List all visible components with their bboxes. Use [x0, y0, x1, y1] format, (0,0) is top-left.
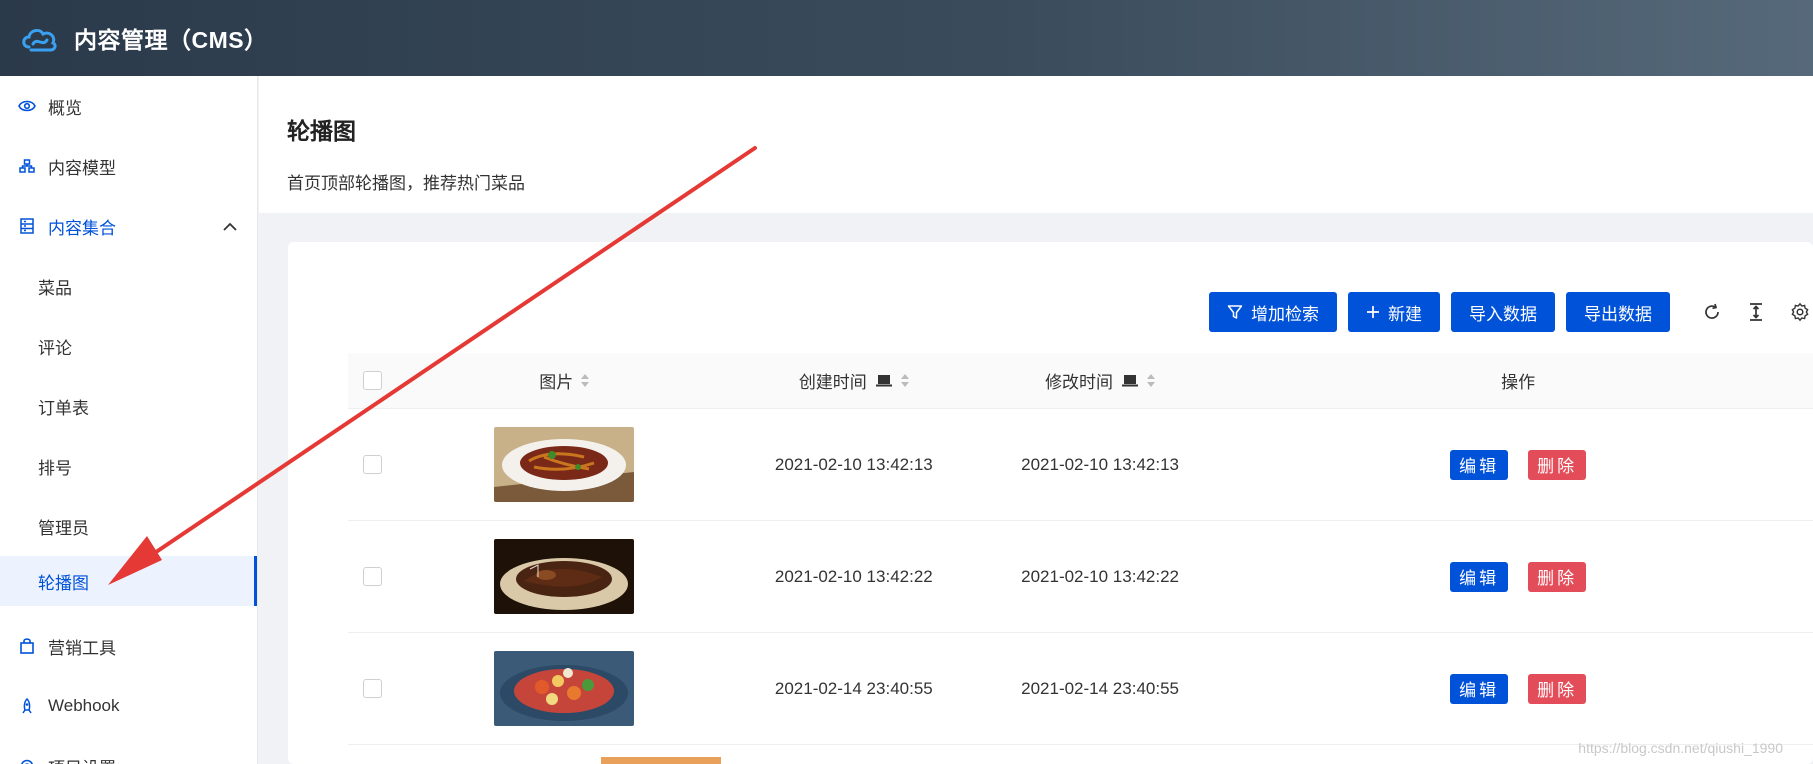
data-table: 图片 创建时间 修改时间 操作 2021-02-10 13:42:13 2021…	[348, 353, 1813, 764]
sidebar-item-webhook[interactable]: Webhook	[0, 676, 257, 736]
sidebar-item-label: 项目设置	[48, 754, 116, 764]
model-icon	[18, 157, 36, 175]
sidebar-item-content-model[interactable]: 内容模型	[0, 136, 257, 196]
edit-button[interactable]: 编辑	[1450, 561, 1509, 592]
created-time: 2021-02-10 13:42:13	[774, 454, 933, 474]
column-header-modified[interactable]: 修改时间	[977, 368, 1223, 393]
sidebar-item-project-settings[interactable]: 项目设置	[0, 736, 257, 764]
filter-icon	[1227, 305, 1243, 319]
sidebar-item-label: Webhook	[48, 696, 120, 715]
sidebar-item-content-collection[interactable]: 内容集合	[0, 196, 257, 256]
column-header-ops: 操作	[1501, 373, 1536, 392]
sidebar-item-label: 营销工具	[48, 638, 116, 658]
row-checkbox[interactable]	[363, 679, 383, 698]
sidebar-sub-item-comments[interactable]: 评论	[0, 316, 257, 376]
export-data-button[interactable]: 导出数据	[1566, 292, 1670, 332]
gear-icon[interactable]	[1787, 299, 1813, 325]
dish-image[interactable]	[601, 757, 721, 764]
content-card: 增加检索 新建 导入数据 导出数据 图片 创建时间 修改时间 操作 2021-0…	[288, 242, 1813, 764]
dish-image[interactable]	[494, 427, 635, 502]
sidebar-item-marketing[interactable]: 营销工具	[0, 616, 257, 676]
modified-time: 2021-02-14 23:40:55	[1021, 678, 1179, 698]
sort-icon[interactable]	[1147, 374, 1156, 387]
chevron-up-icon[interactable]	[223, 216, 237, 236]
column-header-created[interactable]: 创建时间	[731, 368, 977, 393]
page-title: 轮播图	[287, 118, 356, 144]
new-button[interactable]: 新建	[1348, 292, 1440, 332]
sidebar-sub-item-queue[interactable]: 排号	[0, 436, 257, 496]
dish-image[interactable]	[494, 651, 635, 726]
bag-icon	[18, 637, 36, 655]
modified-time: 2021-02-10 13:42:22	[1021, 566, 1179, 586]
table-row: 2021-02-14 23:40:55 2021-02-14 23:40:55 …	[348, 633, 1813, 745]
edit-button[interactable]: 编辑	[1450, 673, 1509, 704]
eye-icon	[18, 97, 36, 115]
sidebar-sub-item-dishes[interactable]: 菜品	[0, 256, 257, 316]
collection-icon	[18, 217, 36, 235]
sidebar-sub-item-admins[interactable]: 管理员	[0, 496, 257, 556]
dish-image[interactable]	[494, 539, 635, 614]
row-checkbox[interactable]	[363, 455, 383, 474]
delete-button[interactable]: 删除	[1528, 673, 1587, 704]
page-description: 首页顶部轮播图，推荐热门菜品	[287, 174, 525, 193]
created-time: 2021-02-14 23:40:55	[774, 678, 933, 698]
sidebar: 概览 内容模型 内容集合 菜品 评论 订单表 排号 管理员 轮播图 营销工具 W…	[0, 76, 258, 764]
column-height-icon[interactable]	[1743, 299, 1769, 325]
row-checkbox[interactable]	[363, 567, 383, 586]
table-row: 2021-02-10 13:42:13 2021-02-10 13:42:13 …	[348, 409, 1813, 521]
app-title: 内容管理（CMS）	[74, 27, 268, 53]
table-row: 2021-02-10 13:42:22 2021-02-10 13:42:22 …	[348, 521, 1813, 633]
laptop-icon	[875, 374, 893, 388]
sidebar-item-overview[interactable]: 概览	[0, 76, 257, 136]
plus-icon	[1367, 306, 1379, 318]
sidebar-item-label: 内容模型	[48, 158, 116, 178]
webhook-icon	[18, 697, 36, 715]
delete-button[interactable]: 删除	[1528, 561, 1587, 592]
column-header-image[interactable]: 图片	[398, 368, 731, 393]
modified-time: 2021-02-10 13:42:13	[1021, 454, 1179, 474]
app-header: 内容管理（CMS）	[0, 0, 1813, 76]
sort-icon[interactable]	[900, 374, 909, 387]
created-time: 2021-02-10 13:42:22	[774, 566, 933, 586]
table-header: 图片 创建时间 修改时间 操作	[348, 353, 1813, 409]
select-all-checkbox[interactable]	[363, 371, 383, 390]
toolbar: 增加检索 新建 导入数据 导出数据	[1209, 292, 1813, 332]
sidebar-item-label: 概览	[48, 98, 82, 118]
edit-button[interactable]: 编辑	[1450, 449, 1509, 480]
sidebar-sub-item-orders[interactable]: 订单表	[0, 376, 257, 436]
laptop-icon	[1121, 374, 1139, 388]
sidebar-sub-item-carousel[interactable]: 轮播图	[0, 556, 257, 606]
refresh-icon[interactable]	[1699, 299, 1725, 325]
add-search-button[interactable]: 增加检索	[1209, 292, 1337, 332]
page-header: 轮播图 首页顶部轮播图，推荐热门菜品	[259, 76, 1813, 213]
sort-icon[interactable]	[581, 374, 590, 387]
watermark: https://blog.csdn.net/qiushi_1990	[1578, 740, 1783, 756]
delete-button[interactable]: 删除	[1528, 449, 1587, 480]
settings-icon	[18, 757, 36, 764]
sidebar-item-label: 内容集合	[48, 218, 116, 238]
import-data-button[interactable]: 导入数据	[1451, 292, 1555, 332]
cloud-icon[interactable]	[18, 17, 60, 59]
